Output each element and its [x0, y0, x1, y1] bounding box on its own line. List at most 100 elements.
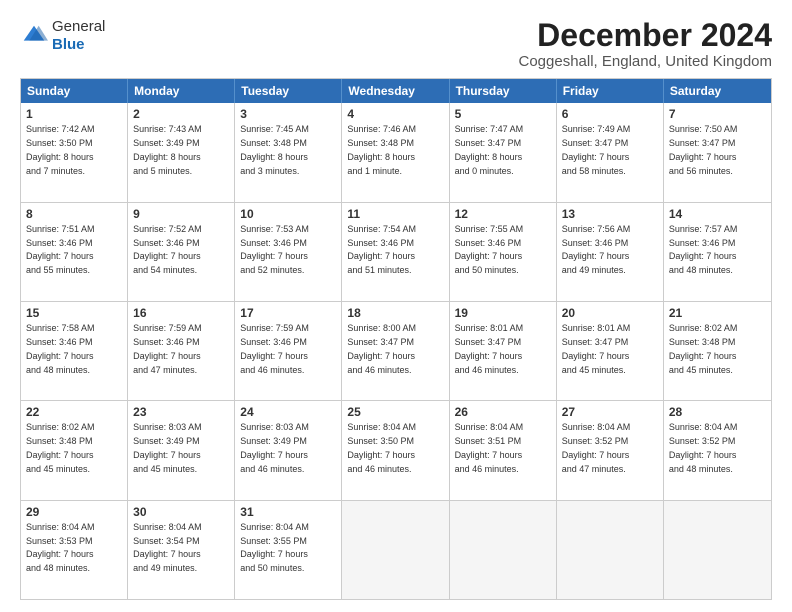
- cell-info: Sunrise: 8:04 AM Sunset: 3:51 PM Dayligh…: [455, 422, 524, 473]
- cell-info: Sunrise: 8:04 AM Sunset: 3:52 PM Dayligh…: [562, 422, 631, 473]
- calendar-cell-2-5: 12Sunrise: 7:55 AM Sunset: 3:46 PM Dayli…: [450, 203, 557, 301]
- cell-info: Sunrise: 8:04 AM Sunset: 3:54 PM Dayligh…: [133, 522, 202, 573]
- day-number: 19: [455, 305, 551, 321]
- cell-info: Sunrise: 8:04 AM Sunset: 3:50 PM Dayligh…: [347, 422, 416, 473]
- cell-info: Sunrise: 8:01 AM Sunset: 3:47 PM Dayligh…: [562, 323, 631, 374]
- day-number: 9: [133, 206, 229, 222]
- calendar-cell-3-2: 16 Sunrise: 7:59 AM Sunset: 3:46 PM Dayli…: [128, 302, 235, 400]
- calendar-cell-1-4: 4 Sunrise: 7:46 AM Sunset: 3:48 PM Daylig…: [342, 103, 449, 201]
- cell-info: Sunrise: 8:04 AM Sunset: 3:55 PM Dayligh…: [240, 522, 309, 573]
- calendar-cell-3-6: 20 Sunrise: 8:01 AM Sunset: 3:47 PM Dayli…: [557, 302, 664, 400]
- calendar-cell-4-4: 25Sunrise: 8:04 AM Sunset: 3:50 PM Dayli…: [342, 401, 449, 499]
- cell-info: Sunrise: 7:47 AM Sunset: 3:47 PM Dayligh…: [455, 124, 524, 175]
- day-number: 13: [562, 206, 658, 222]
- cell-info: Sunrise: 7:57 AM Sunset: 3:46 PM Dayligh…: [669, 224, 738, 275]
- calendar-header-row: SundayMondayTuesdayWednesdayThursdayFrid…: [21, 79, 771, 103]
- calendar-cell-4-2: 23 Sunrise: 8:03 AM Sunset: 3:49 PM Dayli…: [128, 401, 235, 499]
- calendar-cell-5-1: 29Sunrise: 8:04 AM Sunset: 3:53 PM Dayli…: [21, 501, 128, 599]
- day-number: 8: [26, 206, 122, 222]
- logo-blue: Blue: [52, 36, 85, 53]
- day-number: 31: [240, 504, 336, 520]
- cell-info: Sunrise: 7:55 AM Sunset: 3:46 PM Dayligh…: [455, 224, 524, 275]
- calendar-week-2: 8 Sunrise: 7:51 AM Sunset: 3:46 PM Daylig…: [21, 203, 771, 302]
- calendar-week-1: 1Sunrise: 7:42 AM Sunset: 3:50 PM Daylig…: [21, 103, 771, 202]
- calendar-cell-4-1: 22 Sunrise: 8:02 AM Sunset: 3:48 PM Dayli…: [21, 401, 128, 499]
- calendar-header-tuesday: Tuesday: [235, 79, 342, 103]
- calendar-week-3: 15 Sunrise: 7:58 AM Sunset: 3:46 PM Dayli…: [21, 302, 771, 401]
- cell-info: Sunrise: 7:43 AM Sunset: 3:49 PM Dayligh…: [133, 124, 202, 175]
- cell-info: Sunrise: 7:59 AM Sunset: 3:46 PM Dayligh…: [133, 323, 202, 374]
- calendar-cell-4-3: 24Sunrise: 8:03 AM Sunset: 3:49 PM Dayli…: [235, 401, 342, 499]
- subtitle: Coggeshall, England, United Kingdom: [519, 53, 773, 70]
- calendar-cell-2-3: 10 Sunrise: 7:53 AM Sunset: 3:46 PM Dayli…: [235, 203, 342, 301]
- cell-info: Sunrise: 8:04 AM Sunset: 3:52 PM Dayligh…: [669, 422, 738, 473]
- calendar-cell-4-5: 26 Sunrise: 8:04 AM Sunset: 3:51 PM Dayli…: [450, 401, 557, 499]
- calendar-cell-1-3: 3Sunrise: 7:45 AM Sunset: 3:48 PM Daylig…: [235, 103, 342, 201]
- cell-info: Sunrise: 7:50 AM Sunset: 3:47 PM Dayligh…: [669, 124, 738, 175]
- day-number: 16: [133, 305, 229, 321]
- calendar-cell-2-1: 8 Sunrise: 7:51 AM Sunset: 3:46 PM Daylig…: [21, 203, 128, 301]
- calendar-cell-3-7: 21Sunrise: 8:02 AM Sunset: 3:48 PM Dayli…: [664, 302, 771, 400]
- logo-general: General: [52, 18, 105, 35]
- calendar-cell-3-3: 17 Sunrise: 7:59 AM Sunset: 3:46 PM Dayli…: [235, 302, 342, 400]
- day-number: 30: [133, 504, 229, 520]
- day-number: 28: [669, 404, 766, 420]
- cell-info: Sunrise: 7:56 AM Sunset: 3:46 PM Dayligh…: [562, 224, 631, 275]
- day-number: 27: [562, 404, 658, 420]
- calendar-cell-3-5: 19 Sunrise: 8:01 AM Sunset: 3:47 PM Dayli…: [450, 302, 557, 400]
- title-block: December 2024 Coggeshall, England, Unite…: [519, 18, 773, 70]
- cell-info: Sunrise: 7:53 AM Sunset: 3:46 PM Dayligh…: [240, 224, 309, 275]
- calendar-cell-1-1: 1Sunrise: 7:42 AM Sunset: 3:50 PM Daylig…: [21, 103, 128, 201]
- cell-info: Sunrise: 7:58 AM Sunset: 3:46 PM Dayligh…: [26, 323, 95, 374]
- calendar-cell-1-6: 6Sunrise: 7:49 AM Sunset: 3:47 PM Daylig…: [557, 103, 664, 201]
- day-number: 21: [669, 305, 766, 321]
- calendar-cell-1-5: 5Sunrise: 7:47 AM Sunset: 3:47 PM Daylig…: [450, 103, 557, 201]
- day-number: 22: [26, 404, 122, 420]
- day-number: 18: [347, 305, 443, 321]
- calendar-cell-2-4: 11 Sunrise: 7:54 AM Sunset: 3:46 PM Dayli…: [342, 203, 449, 301]
- cell-info: Sunrise: 7:49 AM Sunset: 3:47 PM Dayligh…: [562, 124, 631, 175]
- calendar-cell-3-4: 18 Sunrise: 8:00 AM Sunset: 3:47 PM Dayli…: [342, 302, 449, 400]
- day-number: 26: [455, 404, 551, 420]
- day-number: 4: [347, 106, 443, 122]
- calendar-cell-5-7: [664, 501, 771, 599]
- main-title: December 2024: [519, 18, 773, 53]
- day-number: 15: [26, 305, 122, 321]
- calendar-cell-5-2: 30 Sunrise: 8:04 AM Sunset: 3:54 PM Dayli…: [128, 501, 235, 599]
- day-number: 23: [133, 404, 229, 420]
- day-number: 24: [240, 404, 336, 420]
- cell-info: Sunrise: 8:02 AM Sunset: 3:48 PM Dayligh…: [26, 422, 95, 473]
- day-number: 17: [240, 305, 336, 321]
- day-number: 7: [669, 106, 766, 122]
- cell-info: Sunrise: 7:46 AM Sunset: 3:48 PM Dayligh…: [347, 124, 416, 175]
- calendar-body: 1Sunrise: 7:42 AM Sunset: 3:50 PM Daylig…: [21, 103, 771, 599]
- day-number: 2: [133, 106, 229, 122]
- logo-icon: [20, 22, 48, 50]
- header: General Blue December 2024 Coggeshall, E…: [20, 18, 772, 70]
- calendar-header-monday: Monday: [128, 79, 235, 103]
- cell-info: Sunrise: 7:59 AM Sunset: 3:46 PM Dayligh…: [240, 323, 309, 374]
- cell-info: Sunrise: 7:51 AM Sunset: 3:46 PM Dayligh…: [26, 224, 95, 275]
- cell-info: Sunrise: 8:01 AM Sunset: 3:47 PM Dayligh…: [455, 323, 524, 374]
- cell-info: Sunrise: 8:03 AM Sunset: 3:49 PM Dayligh…: [133, 422, 202, 473]
- logo: General Blue: [20, 18, 105, 54]
- day-number: 1: [26, 106, 122, 122]
- day-number: 3: [240, 106, 336, 122]
- calendar-cell-2-2: 9Sunrise: 7:52 AM Sunset: 3:46 PM Daylig…: [128, 203, 235, 301]
- cell-info: Sunrise: 8:04 AM Sunset: 3:53 PM Dayligh…: [26, 522, 95, 573]
- day-number: 11: [347, 206, 443, 222]
- calendar: SundayMondayTuesdayWednesdayThursdayFrid…: [20, 78, 772, 600]
- calendar-cell-5-6: [557, 501, 664, 599]
- cell-info: Sunrise: 7:54 AM Sunset: 3:46 PM Dayligh…: [347, 224, 416, 275]
- calendar-cell-1-2: 2 Sunrise: 7:43 AM Sunset: 3:49 PM Daylig…: [128, 103, 235, 201]
- cell-info: Sunrise: 8:00 AM Sunset: 3:47 PM Dayligh…: [347, 323, 416, 374]
- day-number: 10: [240, 206, 336, 222]
- day-number: 20: [562, 305, 658, 321]
- calendar-cell-2-7: 14Sunrise: 7:57 AM Sunset: 3:46 PM Dayli…: [664, 203, 771, 301]
- calendar-cell-3-1: 15 Sunrise: 7:58 AM Sunset: 3:46 PM Dayli…: [21, 302, 128, 400]
- calendar-cell-5-4: [342, 501, 449, 599]
- calendar-header-friday: Friday: [557, 79, 664, 103]
- calendar-cell-5-3: 31 Sunrise: 8:04 AM Sunset: 3:55 PM Dayli…: [235, 501, 342, 599]
- calendar-header-wednesday: Wednesday: [342, 79, 449, 103]
- calendar-week-5: 29Sunrise: 8:04 AM Sunset: 3:53 PM Dayli…: [21, 501, 771, 599]
